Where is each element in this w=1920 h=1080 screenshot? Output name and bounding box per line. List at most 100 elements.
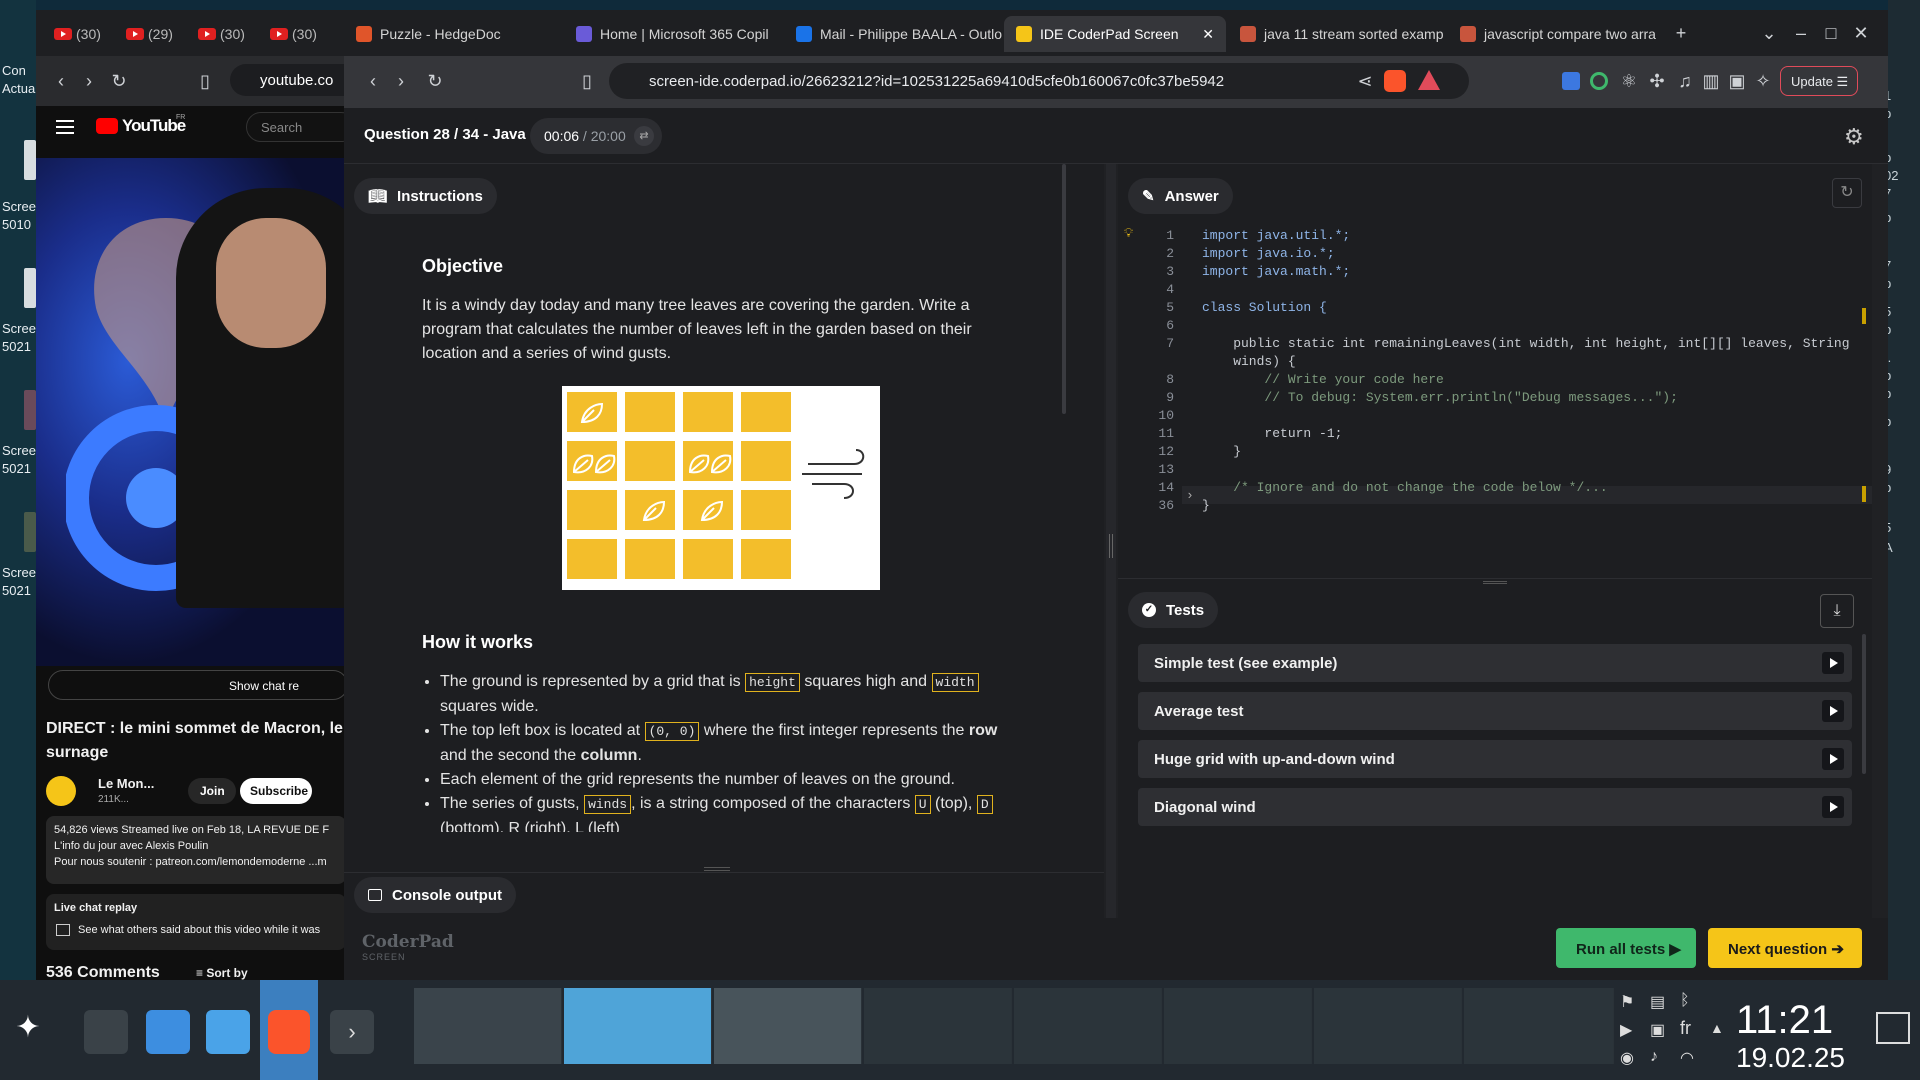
close-tab-icon[interactable]: ✕: [1202, 26, 1214, 43]
show-chat-button[interactable]: Show chat re: [48, 670, 344, 700]
scrollbar[interactable]: [1862, 634, 1866, 774]
swap-icon[interactable]: ⇄: [634, 126, 654, 146]
bookmark-icon[interactable]: ▯: [194, 70, 216, 92]
desktop-file-icon[interactable]: [24, 512, 36, 552]
media-icon[interactable]: ♫: [1674, 70, 1696, 92]
maximize-icon[interactable]: □: [1820, 22, 1842, 44]
media-player-icon[interactable]: ▶: [1620, 1020, 1632, 1040]
tab-outlook-mail[interactable]: Mail - Philippe BAALA - Outlo: [784, 16, 1002, 52]
desktop-icon-label[interactable]: Scree 5021: [2, 442, 36, 478]
wallet-icon[interactable]: ▣: [1726, 70, 1748, 92]
close-window-icon[interactable]: ✕: [1850, 22, 1872, 44]
desktop-file-icon[interactable]: [24, 390, 36, 430]
run-test-play-icon[interactable]: [1822, 700, 1844, 722]
desktop-icon-label[interactable]: Scree 5021: [2, 320, 36, 356]
tab-microsoft-365[interactable]: Home | Microsoft 365 Copil: [564, 16, 782, 52]
window-thumbnail[interactable]: [1014, 988, 1162, 1064]
sort-by-button[interactable]: ≡ Sort by: [196, 966, 248, 980]
react-devtools-icon[interactable]: ⚛: [1618, 70, 1640, 92]
video-description[interactable]: 54,826 views Streamed live on Feb 18, LA…: [46, 816, 344, 884]
vpn-icon[interactable]: ◉: [1620, 1048, 1634, 1068]
reload-icon[interactable]: ↻: [108, 70, 130, 92]
clock-date[interactable]: 19.02.25: [1736, 1042, 1845, 1074]
discover-store-icon[interactable]: [146, 1010, 190, 1054]
system-settings-icon[interactable]: [84, 1010, 128, 1054]
scrollbar[interactable]: [1062, 164, 1066, 414]
live-chat-replay-card[interactable]: Live chat replay See what others said ab…: [46, 894, 344, 950]
window-thumbnail[interactable]: [864, 988, 1012, 1064]
channel-name[interactable]: Le Mon...: [98, 776, 154, 791]
desktop-icon-label[interactable]: Scree 5010: [2, 198, 36, 234]
code-editor[interactable]: 💡︎ › 1 import java.util.*; 2 import java.io…: [1118, 224, 1872, 584]
wifi-icon[interactable]: ◠: [1680, 1048, 1694, 1068]
file-manager-icon[interactable]: [206, 1010, 250, 1054]
video-player[interactable]: [36, 158, 344, 666]
share-icon[interactable]: ⋖: [1354, 70, 1376, 92]
back-icon[interactable]: ‹: [50, 70, 72, 92]
extensions-puzzle-icon[interactable]: ✣: [1646, 70, 1668, 92]
run-test-play-icon[interactable]: [1822, 796, 1844, 818]
tab-tests[interactable]: ✓ Tests: [1128, 592, 1219, 628]
tab-java-stream[interactable]: java 11 stream sorted examp: [1228, 16, 1446, 52]
terminal-app-icon[interactable]: ›: [330, 1010, 374, 1054]
desktop-file-icon[interactable]: [24, 268, 36, 308]
resize-handle[interactable]: [704, 867, 730, 871]
youtube-logo-icon[interactable]: [96, 118, 118, 134]
tab-console-output[interactable]: Console output: [354, 877, 516, 913]
forward-icon[interactable]: ›: [78, 70, 100, 92]
window-thumbnail-active[interactable]: [564, 988, 712, 1064]
youtube-url-field[interactable]: youtube.co: [230, 64, 344, 96]
back-icon[interactable]: ‹: [362, 70, 384, 92]
desktop-icon-label[interactable]: Scree 5021: [2, 564, 36, 600]
notifications-icon[interactable]: ⚑: [1620, 992, 1634, 1012]
show-desktop-icon[interactable]: [1876, 1012, 1910, 1044]
window-thumbnail[interactable]: [414, 988, 562, 1064]
forward-icon[interactable]: ›: [390, 70, 412, 92]
desktop-file-icon[interactable]: [24, 140, 36, 180]
youtube-tab[interactable]: (30): [270, 24, 317, 44]
bluetooth-icon[interactable]: ᛒ: [1680, 992, 1690, 1010]
tab-hedgedoc[interactable]: Puzzle - HedgeDoc: [344, 16, 562, 52]
channel-avatar[interactable]: [46, 776, 76, 806]
volume-icon[interactable]: ♪: [1650, 1048, 1658, 1066]
youtube-search-input[interactable]: Search: [246, 112, 344, 142]
brave-shields-icon[interactable]: [1384, 70, 1406, 92]
extension-icon[interactable]: [1590, 72, 1608, 90]
desktop-icon-label[interactable]: Con Actua: [2, 62, 36, 98]
window-thumbnail[interactable]: [1164, 988, 1312, 1064]
clipboard-icon[interactable]: ▤: [1650, 992, 1665, 1012]
run-test-play-icon[interactable]: [1822, 748, 1844, 770]
download-icon[interactable]: ⤓: [1820, 594, 1854, 628]
tray-expand-icon[interactable]: ▲: [1710, 1020, 1724, 1036]
window-thumbnail[interactable]: [714, 988, 862, 1064]
window-thumbnail[interactable]: [1464, 988, 1614, 1064]
tab-instructions[interactable]: 📖︎ Instructions: [354, 178, 497, 214]
tab-answer[interactable]: ✎ Answer: [1128, 178, 1233, 214]
fold-chevron-icon[interactable]: ›: [1186, 488, 1194, 503]
editor-tests-divider[interactable]: [1118, 578, 1872, 586]
settings-gear-icon[interactable]: ⚙: [1844, 124, 1864, 150]
update-button[interactable]: Update ☰: [1780, 66, 1858, 96]
next-question-button[interactable]: Next question ➔: [1708, 928, 1862, 968]
brave-taskbar-item[interactable]: [260, 980, 318, 1080]
app-launcher-icon[interactable]: ✦: [6, 1010, 50, 1054]
keyboard-layout[interactable]: fr: [1680, 1018, 1691, 1039]
run-all-tests-button[interactable]: Run all tests ▶: [1556, 928, 1696, 968]
menu-icon[interactable]: [56, 120, 74, 134]
tab-javascript-compare[interactable]: javascript compare two arra: [1448, 16, 1658, 52]
leo-ai-icon[interactable]: ✧: [1752, 70, 1774, 92]
test-row[interactable]: Simple test (see example): [1138, 644, 1852, 682]
tab-coderpad[interactable]: IDE CoderPad Screen ✕: [1004, 16, 1226, 52]
new-tab-icon[interactable]: +: [1670, 22, 1692, 44]
test-row[interactable]: Average test: [1138, 692, 1852, 730]
main-browser-window[interactable]: Puzzle - HedgeDoc Home | Microsoft 365 C…: [344, 10, 1888, 980]
reset-code-icon[interactable]: ↻: [1832, 178, 1862, 208]
reload-icon[interactable]: ↻: [424, 70, 446, 92]
pane-divider[interactable]: [1106, 164, 1116, 918]
window-thumbnail[interactable]: [1314, 988, 1462, 1064]
brave-rewards-icon[interactable]: [1418, 70, 1440, 90]
youtube-tab[interactable]: (29): [126, 24, 173, 44]
test-row[interactable]: Huge grid with up-and-down wind: [1138, 740, 1852, 778]
youtube-browser-window[interactable]: (30) (29) (30) (30) ‹ › ↻ ▯ youtube.co Y…: [36, 10, 344, 980]
run-test-play-icon[interactable]: [1822, 652, 1844, 674]
